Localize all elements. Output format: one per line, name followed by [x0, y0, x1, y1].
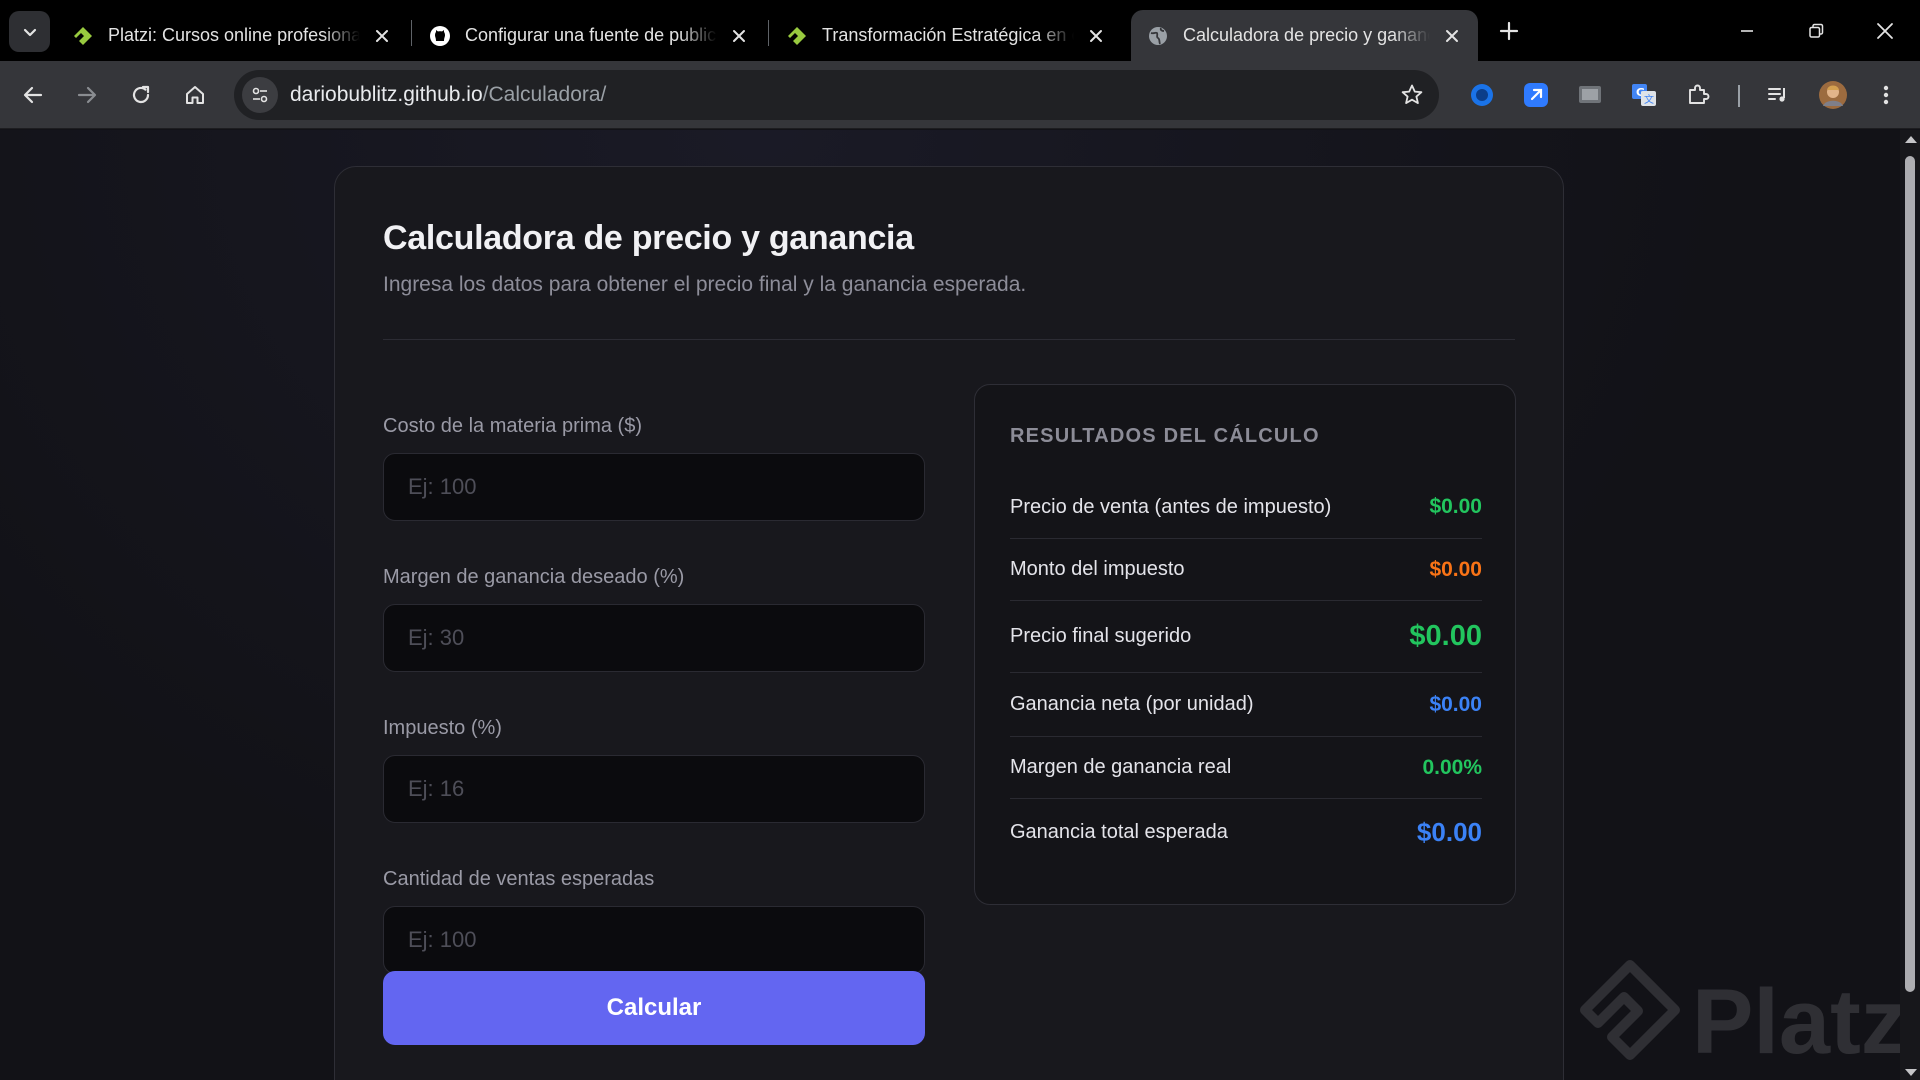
calculator-card: Calculadora de precio y ganancia Ingresa… — [334, 166, 1564, 1080]
address-bar[interactable]: dariobublitz.github.io/Calculadora/ — [234, 70, 1439, 120]
result-label: Margen de ganancia real — [1010, 756, 1232, 778]
star-icon — [1401, 84, 1423, 104]
circle-extension-icon — [1471, 84, 1493, 106]
close-tab-icon[interactable] — [370, 24, 394, 48]
bookmark-star-button[interactable] — [1399, 82, 1425, 108]
result-label: Ganancia neta (por unidad) — [1010, 693, 1254, 715]
field-label-impuesto: Impuesto (%) — [383, 717, 502, 739]
tab-platzi-courses[interactable]: Platzi: Cursos online profesionales de t… — [56, 10, 408, 61]
browser-menu-button[interactable] — [1870, 79, 1902, 111]
avatar-icon — [1819, 81, 1847, 109]
costo-materia-prima-input[interactable] — [383, 453, 925, 521]
extension-link[interactable] — [1520, 79, 1552, 111]
extension-screen[interactable] — [1574, 79, 1606, 111]
home-icon — [186, 86, 204, 104]
result-row-precio-final: Precio final sugerido $0.00 — [1010, 601, 1482, 673]
new-tab-button[interactable] — [1494, 16, 1524, 46]
field-label-cantidad: Cantidad de ventas esperadas — [383, 868, 655, 890]
close-tab-icon[interactable] — [1440, 24, 1464, 48]
scroll-up-arrow-icon[interactable] — [1905, 136, 1917, 143]
tab-search-button[interactable] — [9, 11, 50, 52]
toolbar-separator — [1738, 85, 1740, 107]
browser-toolbar: dariobublitz.github.io/Calculadora/ G文 — [0, 61, 1920, 129]
result-row-ganancia-neta: Ganancia neta (por unidad) $0.00 — [1010, 673, 1482, 737]
results-title: RESULTADOS DEL CÁLCULO — [1010, 425, 1320, 447]
result-label: Ganancia total esperada — [1010, 820, 1228, 843]
result-value: $0.00 — [1429, 692, 1482, 716]
header-divider — [383, 339, 1515, 340]
result-row-ganancia-total: Ganancia total esperada $0.00 — [1010, 799, 1482, 865]
close-tab-icon[interactable] — [727, 24, 751, 48]
playlist-music-icon — [1768, 88, 1785, 102]
close-tab-icon[interactable] — [1084, 24, 1108, 48]
link-extension-icon — [1524, 83, 1548, 107]
puzzle-icon — [1689, 84, 1710, 104]
plus-icon — [1499, 21, 1519, 41]
translate-icon: G文 — [1632, 84, 1656, 106]
extension-translate[interactable]: G文 — [1628, 79, 1660, 111]
platzi-watermark: Platzi — [1580, 960, 1900, 1080]
result-row-margen-real: Margen de ganancia real 0.00% — [1010, 737, 1482, 799]
result-label: Monto del impuesto — [1010, 558, 1185, 580]
platzi-logo-icon — [72, 25, 94, 47]
tab-github-pages[interactable]: Configurar una fuente de publicación par… — [413, 10, 765, 61]
more-vert-icon — [1883, 85, 1889, 105]
reload-icon — [132, 85, 150, 104]
result-value: $0.00 — [1416, 816, 1482, 847]
result-label: Precio final sugerido — [1010, 625, 1192, 647]
forward-button[interactable] — [70, 78, 104, 112]
close-window-button[interactable] — [1851, 0, 1919, 61]
back-button[interactable] — [16, 78, 50, 112]
page-subtitle: Ingresa los datos para obtener el precio… — [383, 273, 1027, 296]
site-info-button[interactable] — [242, 77, 278, 113]
platzi-logo-icon — [1580, 960, 1680, 1060]
svg-text:文: 文 — [1644, 93, 1654, 106]
margen-ganancia-input[interactable] — [383, 604, 925, 672]
results-panel: RESULTADOS DEL CÁLCULO Precio de venta (… — [974, 384, 1516, 905]
cantidad-ventas-input[interactable] — [383, 906, 925, 974]
profile-avatar[interactable] — [1817, 79, 1849, 111]
scroll-down-arrow-icon[interactable] — [1905, 1069, 1917, 1076]
watermark-text: Platzi — [1692, 971, 1900, 1073]
extension-blue-circle[interactable] — [1466, 79, 1498, 111]
monitor-extension-icon — [1579, 86, 1601, 103]
restore-icon — [1809, 23, 1824, 38]
page-viewport: Calculadora de precio y ganancia Ingresa… — [0, 130, 1900, 1080]
reload-button[interactable] — [124, 78, 158, 112]
chevron-down-icon — [23, 28, 36, 36]
minimize-icon — [1741, 29, 1753, 32]
page-title: Calculadora de precio y ganancia — [383, 219, 914, 257]
result-value: $0.00 — [1429, 557, 1482, 581]
extensions-button[interactable] — [1682, 79, 1714, 111]
result-value: $0.00 — [1429, 495, 1482, 518]
restore-button[interactable] — [1782, 0, 1850, 61]
field-label-costo: Costo de la materia prima ($) — [383, 415, 642, 437]
tab-separator — [411, 20, 412, 46]
arrow-right-icon — [77, 86, 97, 104]
scroll-thumb[interactable] — [1905, 156, 1915, 992]
result-value: $0.00 — [1409, 620, 1482, 652]
url-text[interactable]: dariobublitz.github.io/Calculadora/ — [290, 70, 606, 120]
platzi-logo-icon — [786, 25, 808, 47]
home-button[interactable] — [178, 78, 212, 112]
tab-calculadora[interactable]: Calculadora de precio y ganancia — [1131, 10, 1478, 61]
minimize-button[interactable] — [1713, 0, 1781, 61]
result-value: 0.00% — [1422, 755, 1482, 779]
impuesto-input[interactable] — [383, 755, 925, 823]
media-controls-button[interactable] — [1762, 79, 1794, 111]
arrow-left-icon — [23, 86, 43, 104]
page-scrollbar[interactable] — [1900, 130, 1920, 1080]
result-row-monto-impuesto: Monto del impuesto $0.00 — [1010, 539, 1482, 601]
calcular-button[interactable]: Calcular — [383, 971, 925, 1045]
tune-icon — [252, 87, 268, 103]
tab-separator — [768, 20, 769, 46]
tab-transformacion-estrategica[interactable]: Transformación Estratégica en el Negocio — [770, 10, 1122, 61]
tab-strip: Platzi: Cursos online profesionales de t… — [0, 0, 1920, 61]
globe-icon — [1147, 25, 1169, 47]
field-label-margen: Margen de ganancia deseado (%) — [383, 566, 685, 588]
github-logo-icon — [429, 25, 451, 47]
result-row-precio-venta: Precio de venta (antes de impuesto) $0.0… — [1010, 476, 1482, 539]
result-label: Precio de venta (antes de impuesto) — [1010, 495, 1332, 518]
close-icon — [1877, 22, 1893, 39]
